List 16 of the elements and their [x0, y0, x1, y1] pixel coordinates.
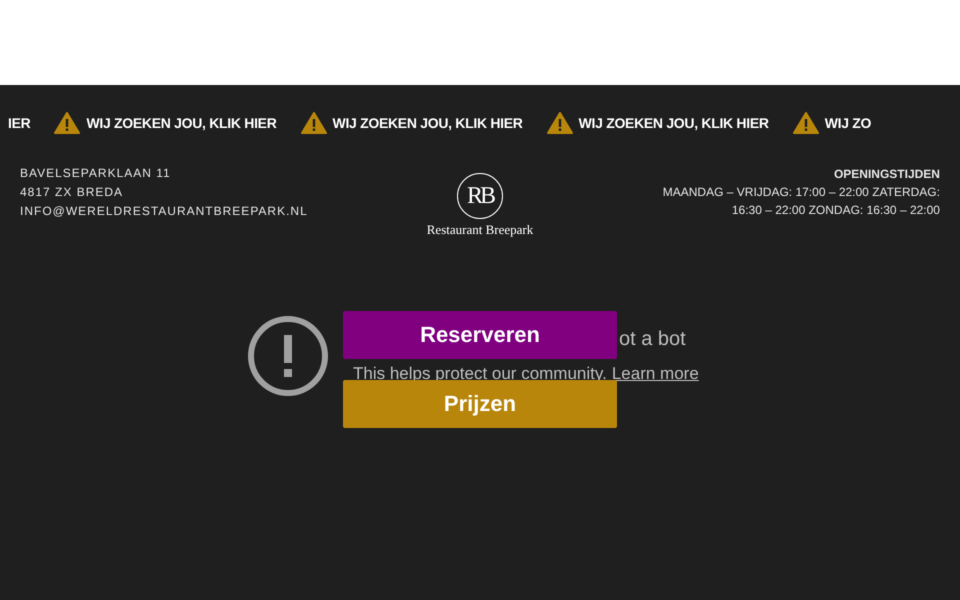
ticker-link[interactable]: IER: [8, 112, 30, 134]
address-line: BAVELSEPARKLAAN 11: [20, 165, 172, 181]
ticker-link[interactable]: WIJ ZO: [824, 112, 872, 134]
hours-line: 16:30 – 22:00 ZONDAG: 16:30 – 22:00: [732, 202, 940, 219]
action-button[interactable]: Reserveren: [343, 310, 617, 358]
hours-title: OPENINGSTIJDEN: [834, 166, 940, 183]
ticker-link[interactable]: WIJ ZOEKEN JOU, KLIK HIER: [86, 112, 277, 134]
alert-icon: [247, 314, 329, 396]
ticker-link[interactable]: WIJ ZOEKEN JOU, KLIK HIER: [332, 112, 523, 134]
address-line: 4817 ZX BREDA: [20, 184, 124, 200]
notice-heading: ot a bot: [619, 326, 686, 352]
ticker-link[interactable]: WIJ ZOEKEN JOU, KLIK HIER: [578, 112, 769, 134]
hours-line: MAANDAG – VRIJDAG: 17:00 – 22:00 ZATERDAG:: [662, 184, 940, 201]
address-line: INFO@WERELDRESTAURANTBREEPARK.NL: [20, 203, 309, 219]
logo-name: Restaurant Breepark: [426, 221, 534, 239]
logo-monogram: RB: [456, 173, 503, 219]
